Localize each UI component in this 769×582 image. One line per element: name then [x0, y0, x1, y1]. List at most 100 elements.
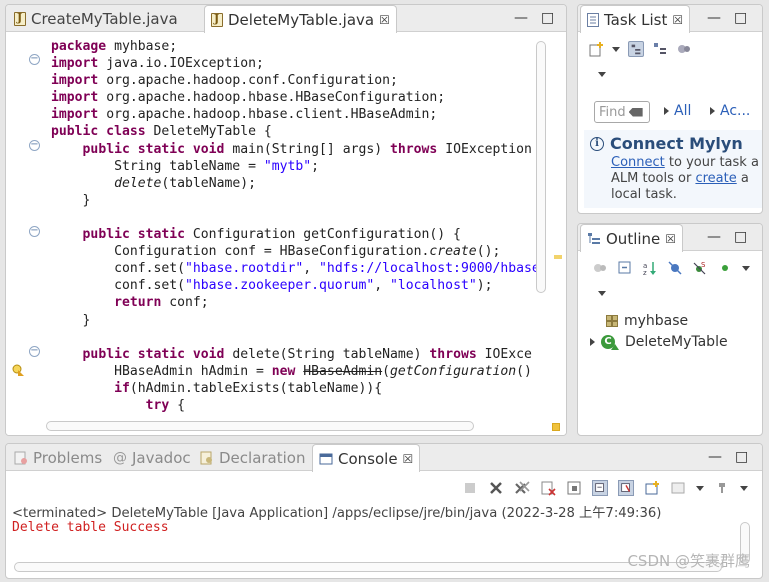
editor-vertical-scrollbar[interactable]: [536, 41, 546, 293]
task-list-icon: [587, 12, 599, 27]
fold-toggle-icon[interactable]: −: [29, 140, 40, 151]
tab-outline[interactable]: Outline ☒: [580, 224, 684, 252]
hide-fields-icon[interactable]: [667, 260, 683, 276]
code-token: main(String[] args): [224, 141, 390, 157]
view-menu-chevron-icon[interactable]: [598, 72, 606, 77]
tab-delete-my-table[interactable]: DeleteMyTable.java ☒: [204, 5, 397, 33]
editor-horizontal-scrollbar[interactable]: [46, 421, 474, 431]
maximize-button[interactable]: □: [735, 450, 748, 464]
hide-static-icon[interactable]: S: [692, 260, 708, 276]
code-line[interactable]: import java.io.IOException;: [51, 55, 536, 72]
tab-console[interactable]: Console ☒: [312, 444, 421, 472]
fold-toggle-icon[interactable]: −: [29, 54, 40, 65]
code-line[interactable]: [51, 209, 536, 226]
code-line[interactable]: HBaseAdmin hAdmin = new HBaseAdmin(getCo…: [51, 363, 536, 380]
collapse-all-icon[interactable]: [617, 260, 633, 276]
scheduled-view-icon[interactable]: [652, 41, 668, 57]
maximize-button[interactable]: □: [541, 11, 554, 25]
code-line[interactable]: import org.apache.hadoop.hbase.client.HB…: [51, 106, 536, 123]
warning-lightbulb-icon[interactable]: [12, 364, 24, 376]
minimize-button[interactable]: —: [707, 230, 721, 244]
code-line[interactable]: Configuration conf = HBaseConfiguration.…: [51, 243, 536, 260]
code-line[interactable]: public static Configuration getConfigura…: [51, 226, 536, 243]
expand-arrow-icon[interactable]: [590, 338, 595, 346]
close-icon[interactable]: ☒: [379, 13, 390, 27]
code-token: delete(String tableName): [224, 346, 430, 362]
sort-icon[interactable]: az: [642, 260, 658, 276]
code-token: conf.set(: [51, 278, 186, 294]
code-line[interactable]: public static void main(String[] args) t…: [51, 141, 536, 158]
code-line[interactable]: }: [51, 192, 536, 209]
find-input[interactable]: Find: [594, 101, 650, 123]
maximize-button[interactable]: □: [734, 11, 747, 25]
tab-problems[interactable]: Problems: [8, 444, 108, 471]
code-line[interactable]: try {: [51, 397, 536, 414]
categorized-view-icon[interactable]: [628, 41, 644, 57]
terminate-icon[interactable]: [462, 480, 478, 496]
outline-item-class[interactable]: C DeleteMyTable: [590, 334, 728, 350]
tab-declaration[interactable]: Declaration: [194, 444, 311, 471]
remove-all-terminated-icon[interactable]: [514, 480, 530, 496]
outline-toolbar: az S: [592, 260, 750, 276]
focus-icon[interactable]: [592, 260, 608, 276]
connect-link[interactable]: Connect: [611, 155, 665, 170]
code-line[interactable]: conf.set("hbase.zookeeper.quorum", "loca…: [51, 277, 536, 294]
tab-javadoc[interactable]: @ Javadoc: [107, 444, 197, 471]
pin-console-icon[interactable]: [618, 480, 634, 496]
code-line[interactable]: conf.set("hbase.rootdir", "hdfs://localh…: [51, 260, 536, 277]
filter-all-link[interactable]: All: [664, 103, 691, 119]
fold-toggle-icon[interactable]: −: [29, 346, 40, 357]
code-line[interactable]: public static void delete(String tableNa…: [51, 346, 536, 363]
new-task-icon[interactable]: [588, 41, 604, 57]
code-line[interactable]: public class DeleteMyTable {: [51, 123, 536, 140]
code-line[interactable]: package myhbase;: [51, 38, 536, 55]
tab-create-my-table[interactable]: CreateMyTable.java: [8, 5, 184, 32]
pin-icon[interactable]: [714, 480, 730, 496]
remove-launch-icon[interactable]: [488, 480, 504, 496]
minimize-button[interactable]: —: [708, 450, 722, 464]
minimize-button[interactable]: —: [514, 11, 528, 25]
overview-warning-marker[interactable]: [554, 255, 562, 259]
code-text[interactable]: package myhbase; import java.io.IOExcepti…: [51, 38, 536, 414]
minimize-button[interactable]: —: [707, 11, 721, 25]
console-tabbar: Problems @ Javadoc Declaration Console ☒…: [6, 444, 762, 472]
code-line[interactable]: import org.apache.hadoop.conf.Configurat…: [51, 72, 536, 89]
code-editor[interactable]: − − − − package myhbase; import java.io.I…: [6, 33, 566, 435]
console-horizontal-scrollbar[interactable]: [14, 562, 722, 572]
chevron-down-icon[interactable]: [696, 485, 704, 491]
tab-label: CreateMyTable.java: [31, 9, 178, 28]
code-line[interactable]: delete(tableName);: [51, 175, 536, 192]
code-token: (: [382, 363, 391, 379]
activate-task-link[interactable]: Ac...: [710, 103, 750, 119]
code-line[interactable]: return conf;: [51, 294, 536, 311]
chevron-right-icon: [664, 107, 669, 115]
create-link[interactable]: create: [695, 171, 736, 186]
code-line[interactable]: import org.apache.hadoop.hbase.HBaseConf…: [51, 89, 536, 106]
console-output[interactable]: Delete table Success: [12, 520, 169, 535]
outline-item-package[interactable]: myhbase: [606, 313, 688, 329]
code-line[interactable]: if(hAdmin.tableExists(tableName)){: [51, 380, 536, 397]
synchronize-icon[interactable]: [676, 41, 692, 57]
close-icon[interactable]: ☒: [665, 232, 676, 246]
hide-non-public-icon[interactable]: [717, 260, 733, 276]
fold-toggle-icon[interactable]: −: [29, 226, 40, 237]
code-line[interactable]: [51, 329, 536, 346]
view-menu-chevron-icon[interactable]: [598, 291, 606, 296]
code-line[interactable]: String tableName = "mytb";: [51, 158, 536, 175]
open-console-icon[interactable]: [644, 480, 660, 496]
maximize-button[interactable]: □: [734, 230, 747, 244]
close-icon[interactable]: ☒: [672, 13, 683, 27]
close-icon[interactable]: ☒: [403, 452, 414, 466]
scroll-lock-icon[interactable]: [566, 480, 582, 496]
chevron-down-icon[interactable]: [612, 46, 620, 52]
code-line[interactable]: }: [51, 312, 536, 329]
word-wrap-icon[interactable]: [592, 480, 608, 496]
clear-console-icon[interactable]: [540, 480, 556, 496]
chevron-down-icon[interactable]: [742, 265, 750, 271]
view-menu-chevron-icon[interactable]: [740, 485, 748, 491]
clear-icon[interactable]: [628, 107, 643, 117]
tab-task-list[interactable]: Task List ☒: [580, 5, 691, 33]
display-selected-console-icon[interactable]: [670, 480, 686, 496]
code-token: return: [114, 295, 162, 311]
